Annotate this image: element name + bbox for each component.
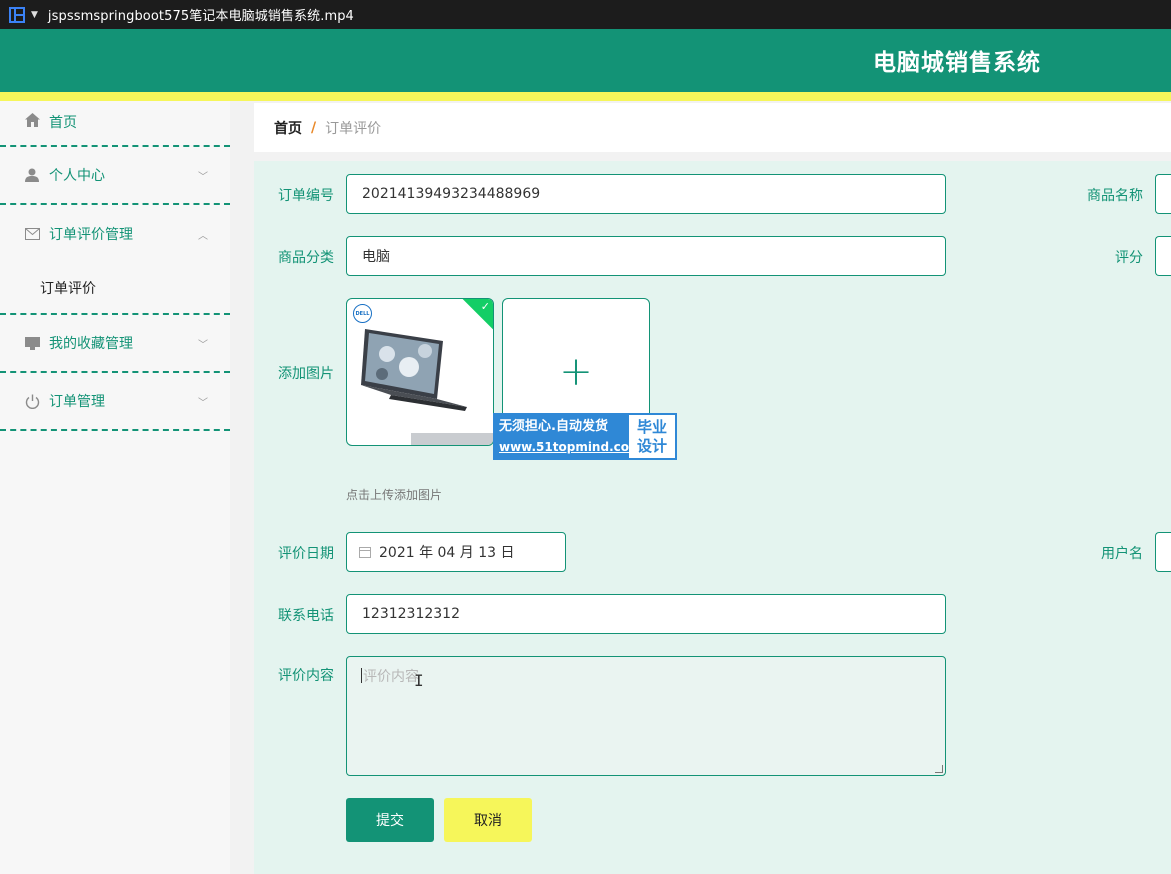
chevron-up-icon: ︿: [198, 231, 208, 242]
window-title: jspssmspringboot575笔记本电脑城销售系统.mp4: [47, 9, 354, 24]
mouse-ibeam-cursor: I: [414, 671, 424, 690]
chevron-down-icon: ﹀: [198, 172, 208, 183]
window-title-bar: ▼ jspssmspringboot575笔记本电脑城销售系统.mp4: [0, 0, 1171, 29]
order-no-label: 订单编号: [278, 188, 334, 204]
watermark-text: 无须担心.自动发货: [499, 418, 608, 434]
review-date-label: 评价日期: [278, 546, 334, 562]
home-icon: [24, 112, 40, 128]
monitor-icon: [24, 335, 40, 351]
sidebar-item-orders[interactable]: 订单管理 ﹀: [0, 373, 230, 431]
sidebar-item-label: 订单评价管理: [49, 227, 133, 243]
user-icon: [24, 167, 40, 183]
laptop-image: [361, 329, 493, 445]
sidebar-item-label: 订单管理: [49, 394, 105, 410]
sidebar-subitem-order-review[interactable]: 订单评价: [0, 263, 230, 313]
content-textarea[interactable]: 评价内容: [346, 656, 946, 776]
mail-icon: [24, 226, 40, 242]
rating-field[interactable]: [1155, 236, 1171, 276]
cancel-button[interactable]: 取消: [444, 798, 532, 842]
content-placeholder: 评价内容: [363, 669, 419, 685]
submit-button[interactable]: 提交: [346, 798, 434, 842]
uploaded-image-thumbnail[interactable]: DELL ✓: [346, 298, 494, 446]
chevron-down-icon: ﹀: [198, 398, 208, 409]
category-label: 商品分类: [278, 250, 334, 266]
text-cursor: [361, 668, 362, 683]
breadcrumb-separator: /: [311, 119, 317, 136]
sidebar-item-review-management[interactable]: 订单评价管理 ︿: [0, 205, 230, 263]
watermark-url: www.51topmind.com: [499, 439, 642, 454]
sidebar-item-home[interactable]: 首页: [0, 101, 230, 147]
order-no-field[interactable]: 20214139493234488969: [346, 174, 946, 214]
power-icon: [24, 393, 40, 409]
upload-hint: 点击上传添加图片: [346, 488, 443, 502]
review-date-value: 2021 年 04 月 13 日: [379, 545, 515, 561]
sidebar-group-review: 订单评价管理 ︿ 订单评价: [0, 205, 230, 315]
header-accent-bar: [0, 92, 1171, 101]
app-layout-icon[interactable]: [9, 6, 25, 23]
username-label: 用户名: [1101, 546, 1143, 562]
sidebar-item-label: 个人中心: [49, 168, 105, 184]
watermark-side-1: 毕业: [636, 417, 667, 436]
review-date-picker[interactable]: 2021 年 04 月 13 日: [346, 532, 566, 572]
sidebar: 首页 个人中心 ﹀ 订单评价管理 ︿ 订单评价 我的收藏管理 ﹀ 订单管理 ﹀: [0, 101, 230, 874]
sidebar-item-profile[interactable]: 个人中心 ﹀: [0, 147, 230, 205]
resize-handle[interactable]: [935, 765, 943, 773]
breadcrumb-current: 订单评价: [325, 120, 382, 137]
breadcrumb: 首页 / 订单评价: [254, 103, 1171, 152]
sidebar-item-favorites[interactable]: 我的收藏管理 ﹀: [0, 315, 230, 373]
breadcrumb-home[interactable]: 首页: [274, 118, 302, 138]
phone-field[interactable]: 12312312312: [346, 594, 946, 634]
rating-label: 评分: [1115, 250, 1143, 266]
content-label: 评价内容: [278, 668, 334, 684]
chevron-down-icon[interactable]: ▼: [31, 10, 38, 20]
calendar-icon: [359, 546, 371, 558]
system-title: 电脑城销售系统: [873, 50, 1041, 76]
watermark-side-2: 设计: [636, 436, 667, 455]
image-label: 添加图片: [278, 366, 334, 382]
phone-label: 联系电话: [278, 608, 334, 624]
app-header: 电脑城销售系统: [0, 29, 1171, 92]
chevron-down-icon: ﹀: [198, 340, 208, 351]
category-field[interactable]: 电脑: [346, 236, 946, 276]
watermark-overlay: 无须担心.自动发货 www.51topmind.com 毕业 设计: [493, 413, 677, 460]
username-field[interactable]: [1155, 532, 1171, 572]
sidebar-item-label: 我的收藏管理: [49, 336, 133, 352]
check-icon: ✓: [480, 300, 490, 313]
sidebar-subitem-label: 订单评价: [40, 281, 96, 297]
product-name-label: 商品名称: [1087, 188, 1143, 204]
sidebar-item-label: 首页: [49, 115, 77, 131]
product-name-field[interactable]: [1155, 174, 1171, 214]
